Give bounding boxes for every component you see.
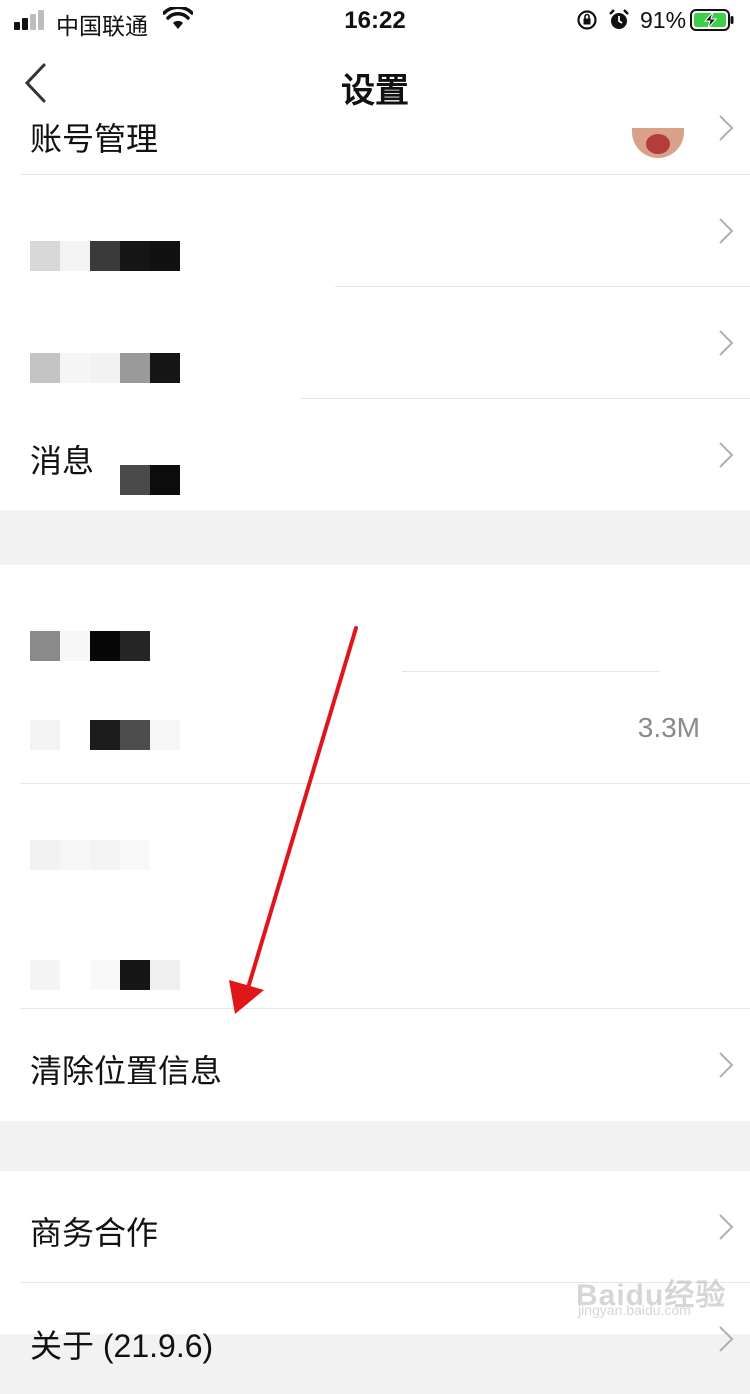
chevron-right-icon — [719, 330, 734, 356]
chevron-right-icon — [719, 1326, 734, 1352]
cache-size-value: 3.3M — [637, 712, 700, 743]
battery-percentage: 91% — [640, 7, 687, 33]
chevron-right-icon — [719, 115, 734, 141]
alarm-icon — [609, 9, 629, 29]
watermark-url: jingyan.baidu.com — [578, 1302, 691, 1318]
clock: 16:22 — [344, 7, 406, 34]
account-management-row[interactable]: 账号管理 — [0, 64, 750, 174]
battery-charging-icon — [690, 9, 734, 31]
business-cooperation-row[interactable]: 商务合作 — [0, 1171, 750, 1282]
rotation-lock-icon — [577, 10, 597, 30]
settings-row[interactable] — [0, 784, 750, 895]
row-label: 关于 (21.9.6) — [30, 1328, 214, 1364]
chevron-right-icon — [719, 1214, 734, 1240]
settings-row[interactable] — [0, 287, 750, 398]
status-bar: 中国联通 16:22 91% — [0, 0, 750, 42]
clear-location-row[interactable]: 清除位置信息 — [0, 1009, 750, 1120]
account-section: 账号管理 消息设置 — [0, 115, 750, 510]
avatar — [632, 128, 684, 158]
settings-row[interactable] — [0, 175, 750, 286]
clear-cache-row[interactable]: 3.3M — [0, 672, 750, 783]
settings-row[interactable] — [0, 565, 750, 676]
chevron-right-icon — [719, 1052, 734, 1078]
chevron-right-icon — [719, 442, 734, 468]
chevron-right-icon — [719, 218, 734, 244]
row-label: 账号管理 — [30, 121, 159, 157]
row-label: 商务合作 — [30, 1215, 159, 1251]
general-section: 3.3M 清除位置信息 — [0, 565, 750, 1121]
message-settings-row[interactable]: 消息设置 — [0, 399, 750, 510]
settings-row[interactable] — [0, 896, 750, 1007]
row-label: 清除位置信息 — [30, 1053, 223, 1089]
